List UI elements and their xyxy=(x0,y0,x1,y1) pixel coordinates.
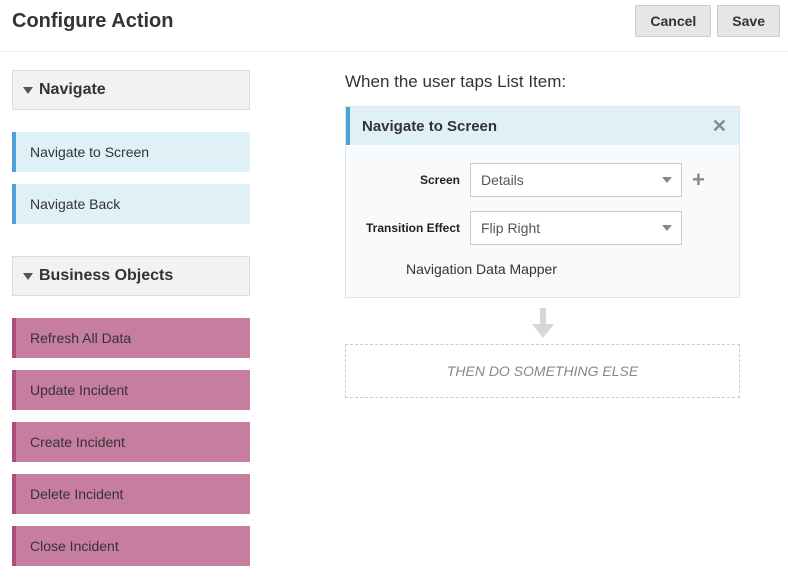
header-buttons: Cancel Save xyxy=(635,5,780,37)
section-title: Business Objects xyxy=(39,267,173,285)
save-button[interactable]: Save xyxy=(717,5,780,37)
chevron-down-icon xyxy=(23,87,33,94)
screen-label: Screen xyxy=(362,173,470,187)
section-header-navigate[interactable]: Navigate xyxy=(12,70,250,110)
form-row-screen: Screen Details xyxy=(362,163,723,197)
transition-label: Transition Effect xyxy=(362,221,470,235)
main-panel: When the user taps List Item: Navigate t… xyxy=(345,70,776,578)
sidebar-item-navigate-back[interactable]: Navigate Back xyxy=(12,184,250,224)
action-card-title: Navigate to Screen xyxy=(362,118,497,135)
sidebar-item-label: Navigate to Screen xyxy=(30,144,149,160)
screen-select[interactable]: Details xyxy=(470,163,682,197)
sidebar-item-label: Delete Incident xyxy=(30,486,123,502)
plus-icon[interactable]: + xyxy=(692,169,705,191)
transition-select[interactable]: Flip Right xyxy=(470,211,682,245)
sidebar-item-navigate-to-screen[interactable]: Navigate to Screen xyxy=(12,132,250,172)
page-title: Configure Action xyxy=(12,10,173,33)
action-card-body: Screen Details + Transition Effect Flip … xyxy=(346,145,739,297)
cancel-button[interactable]: Cancel xyxy=(635,5,711,37)
section-header-business-objects[interactable]: Business Objects xyxy=(12,256,250,296)
then-do-something-else[interactable]: THEN DO SOMETHING ELSE xyxy=(345,344,740,398)
sidebar-item-label: Create Incident xyxy=(30,434,125,450)
sidebar: Navigate Navigate to Screen Navigate Bac… xyxy=(12,70,250,578)
transition-select-value: Flip Right xyxy=(470,211,682,245)
form-row-transition: Transition Effect Flip Right xyxy=(362,211,723,245)
action-card: Navigate to Screen ✕ Screen Details + Tr… xyxy=(345,106,740,298)
content: Navigate Navigate to Screen Navigate Bac… xyxy=(0,52,788,578)
sidebar-item-create-incident[interactable]: Create Incident xyxy=(12,422,250,462)
sidebar-item-label: Refresh All Data xyxy=(30,330,131,346)
chevron-down-icon xyxy=(23,273,33,280)
action-card-header: Navigate to Screen ✕ xyxy=(346,107,739,145)
section-title: Navigate xyxy=(39,81,106,99)
sidebar-item-label: Update Incident xyxy=(30,382,128,398)
arrow-down-icon xyxy=(345,308,740,338)
sidebar-item-close-incident[interactable]: Close Incident xyxy=(12,526,250,566)
page-header: Configure Action Cancel Save xyxy=(0,0,788,52)
sidebar-item-label: Navigate Back xyxy=(30,196,120,212)
prompt-text: When the user taps List Item: xyxy=(345,72,776,92)
sidebar-item-refresh-all-data[interactable]: Refresh All Data xyxy=(12,318,250,358)
sidebar-item-label: Close Incident xyxy=(30,538,119,554)
close-icon[interactable]: ✕ xyxy=(712,117,727,135)
sidebar-item-update-incident[interactable]: Update Incident xyxy=(12,370,250,410)
screen-select-value: Details xyxy=(470,163,682,197)
navigation-data-mapper-link[interactable]: Navigation Data Mapper xyxy=(406,261,723,277)
sidebar-item-delete-incident[interactable]: Delete Incident xyxy=(12,474,250,514)
